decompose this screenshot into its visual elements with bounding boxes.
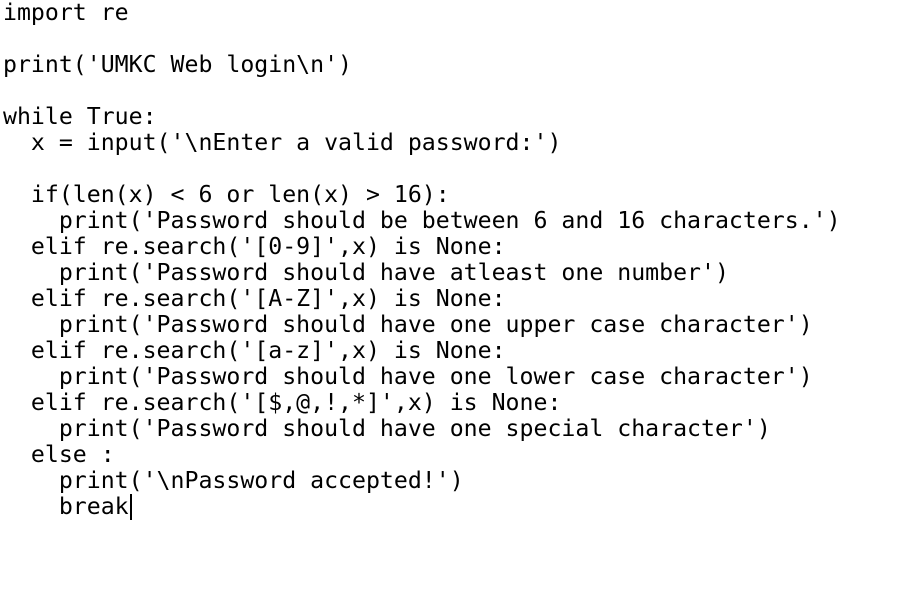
code-text: x = input('\nEnter a valid password:') — [3, 129, 562, 156]
code-line-6[interactable]: x = input('\nEnter a valid password:') — [3, 130, 918, 156]
code-line-12[interactable]: elif re.search('[A-Z]',x) is None: — [3, 286, 918, 312]
code-line-8[interactable]: if(len(x) < 6 or len(x) > 16): — [3, 182, 918, 208]
code-text: import re — [3, 0, 129, 26]
code-line-17[interactable]: print('Password should have one special … — [3, 416, 918, 442]
code-text: break — [3, 493, 129, 520]
code-text: elif re.search('[0-9]',x) is None: — [3, 233, 506, 260]
code-text: print('UMKC Web login\n') — [3, 51, 353, 78]
code-line-3[interactable]: print('UMKC Web login\n') — [3, 52, 918, 78]
code-text: print('\nPassword accepted!') — [3, 467, 464, 494]
code-line-13[interactable]: print('Password should have one upper ca… — [3, 312, 918, 338]
code-text: print('Password should have one special … — [3, 415, 771, 442]
code-line-11[interactable]: print('Password should have atleast one … — [3, 260, 918, 286]
code-text: print('Password should have one lower ca… — [3, 363, 813, 390]
code-line-2[interactable] — [3, 26, 918, 52]
code-line-19[interactable]: print('\nPassword accepted!') — [3, 468, 918, 494]
code-text: print('Password should have one upper ca… — [3, 311, 813, 338]
code-text: if(len(x) < 6 or len(x) > 16): — [3, 181, 450, 208]
code-editor[interactable]: import re print('UMKC Web login\n') whil… — [0, 0, 918, 610]
code-text: else : — [3, 441, 115, 468]
code-line-10[interactable]: elif re.search('[0-9]',x) is None: — [3, 234, 918, 260]
code-line-15[interactable]: print('Password should have one lower ca… — [3, 364, 918, 390]
code-line-14[interactable]: elif re.search('[a-z]',x) is None: — [3, 338, 918, 364]
code-line-20[interactable]: break — [3, 494, 918, 520]
code-line-9[interactable]: print('Password should be between 6 and … — [3, 208, 918, 234]
code-line-5[interactable]: while True: — [3, 104, 918, 130]
code-line-16[interactable]: elif re.search('[$,@,!,*]',x) is None: — [3, 390, 918, 416]
code-text: print('Password should have atleast one … — [3, 259, 729, 286]
code-text: print('Password should be between 6 and … — [3, 207, 841, 234]
code-text: elif re.search('[A-Z]',x) is None: — [3, 285, 506, 312]
code-line-18[interactable]: else : — [3, 442, 918, 468]
code-text: while True: — [3, 103, 157, 130]
code-text: elif re.search('[$,@,!,*]',x) is None: — [3, 389, 562, 416]
code-line-4[interactable] — [3, 78, 918, 104]
code-line-1[interactable]: import re — [3, 0, 918, 26]
text-caret — [129, 494, 132, 520]
code-text: elif re.search('[a-z]',x) is None: — [3, 337, 506, 364]
code-line-7[interactable] — [3, 156, 918, 182]
